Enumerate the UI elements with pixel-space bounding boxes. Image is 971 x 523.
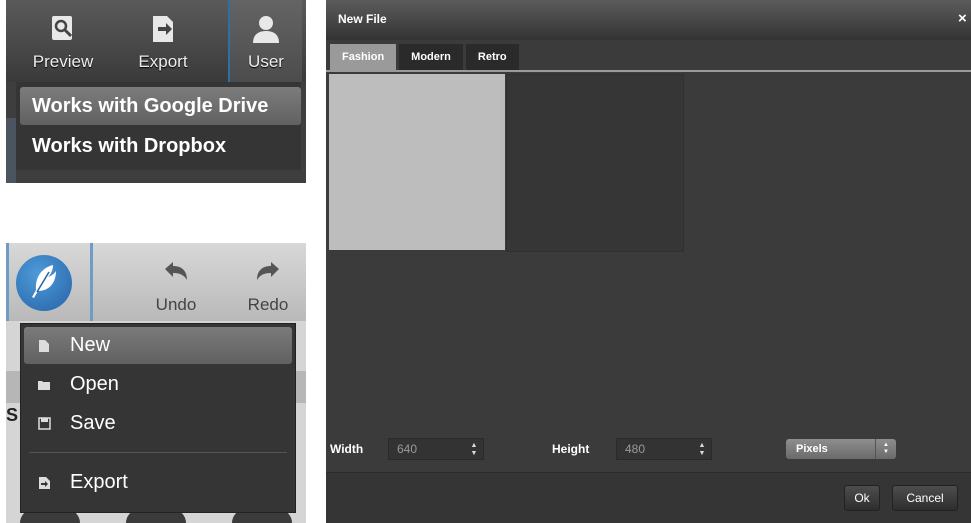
tab-fashion[interactable]: Fashion xyxy=(330,44,397,70)
toolbar-separator xyxy=(90,243,93,321)
menu-item-label: Export xyxy=(70,471,128,493)
size-form: Width 640 ▲ ▼ Height 480 ▲ ▼ Pixels ▲ ▼ xyxy=(326,438,971,462)
background-text: S xyxy=(6,405,19,425)
user-dropdown-menu: Works with Google Drive Works with Dropb… xyxy=(16,82,301,170)
save-icon xyxy=(36,416,52,432)
unit-value: Pixels xyxy=(796,443,828,455)
ok-button[interactable]: Ok xyxy=(844,485,880,511)
tab-label: Fashion xyxy=(342,51,385,63)
preview-icon xyxy=(48,12,78,46)
dialog-titlebar: New File × xyxy=(326,0,971,40)
user-icon xyxy=(251,12,281,46)
export-icon xyxy=(36,475,52,491)
chevron-down-icon: ▼ xyxy=(470,450,478,457)
close-icon[interactable]: × xyxy=(958,10,967,27)
export-label: Export xyxy=(138,52,188,71)
dialog-footer: Ok Cancel xyxy=(326,472,971,523)
file-icon xyxy=(36,338,52,354)
chevron-up-icon: ▲ xyxy=(470,442,478,449)
tab-label: Modern xyxy=(411,51,451,63)
menu-item-save[interactable]: Save xyxy=(24,405,292,442)
edit-toolbar: Undo Redo xyxy=(6,243,306,321)
top-toolbar: Preview Export User xyxy=(6,0,306,82)
width-label: Width xyxy=(330,442,364,456)
menu-divider xyxy=(29,452,287,453)
user-button[interactable]: User xyxy=(228,0,302,82)
undo-button[interactable]: Undo xyxy=(146,243,206,321)
background-strip xyxy=(6,118,16,183)
ok-label: Ok xyxy=(854,491,870,505)
height-label: Height xyxy=(552,442,590,456)
menu-item-label: Works with Dropbox xyxy=(32,134,227,157)
menu-item-label: Works with Google Drive xyxy=(32,94,269,117)
select-arrows-icon: ▲ ▼ xyxy=(875,439,896,459)
height-stepper[interactable]: ▲ ▼ xyxy=(697,442,707,458)
redo-icon xyxy=(253,259,283,285)
chevron-up-icon: ▲ xyxy=(698,442,706,449)
menu-item-new[interactable]: New xyxy=(24,327,292,364)
cancel-button[interactable]: Cancel xyxy=(892,485,958,511)
menu-item-label: Save xyxy=(70,412,116,434)
menu-item-label: New xyxy=(70,334,111,356)
feather-icon xyxy=(27,262,61,305)
tab-modern[interactable]: Modern xyxy=(399,44,463,70)
menu-item-export[interactable]: Export xyxy=(24,464,292,501)
height-value: 480 xyxy=(625,442,646,456)
folder-icon xyxy=(36,377,52,393)
menu-item-dropbox[interactable]: Works with Dropbox xyxy=(20,127,301,165)
redo-button[interactable]: Redo xyxy=(238,243,298,321)
unit-select[interactable]: Pixels ▲ ▼ xyxy=(786,439,896,459)
redo-label: Redo xyxy=(247,295,289,314)
width-stepper[interactable]: ▲ ▼ xyxy=(469,442,479,458)
template-tabs: Fashion Modern Retro xyxy=(330,44,522,70)
tab-label: Retro xyxy=(477,51,507,63)
menu-item-google-drive[interactable]: Works with Google Drive xyxy=(20,87,301,125)
tab-underline xyxy=(326,70,971,72)
dialog-title: New File xyxy=(338,12,387,26)
user-menu-panel: Preview Export User Works with Google Dr… xyxy=(6,0,306,183)
undo-icon xyxy=(161,259,191,285)
toolbar-separator xyxy=(6,243,9,321)
template-thumbnail[interactable] xyxy=(329,74,505,250)
width-field[interactable]: 640 ▲ ▼ xyxy=(388,438,484,460)
cancel-label: Cancel xyxy=(906,491,944,505)
tab-retro[interactable]: Retro xyxy=(465,44,519,70)
chevron-down-icon: ▼ xyxy=(698,450,706,457)
user-label: User xyxy=(248,52,284,71)
menu-item-label: Open xyxy=(70,373,119,395)
file-dropdown-menu: New Open Save Export xyxy=(20,323,296,513)
width-value: 640 xyxy=(397,442,418,456)
export-icon xyxy=(148,12,178,46)
preview-button[interactable]: Preview xyxy=(28,0,98,82)
preview-label: Preview xyxy=(32,52,94,71)
export-button[interactable]: Export xyxy=(128,0,198,82)
height-field[interactable]: 480 ▲ ▼ xyxy=(616,438,712,460)
template-thumbnail[interactable] xyxy=(506,74,684,252)
undo-label: Undo xyxy=(155,295,197,314)
file-menu-panel: Undo Redo S New Open Save Export xyxy=(6,243,306,523)
menu-item-open[interactable]: Open xyxy=(24,366,292,403)
app-logo-button[interactable] xyxy=(16,255,72,311)
new-file-dialog: New File × Fashion Modern Retro Width 64… xyxy=(326,0,971,523)
